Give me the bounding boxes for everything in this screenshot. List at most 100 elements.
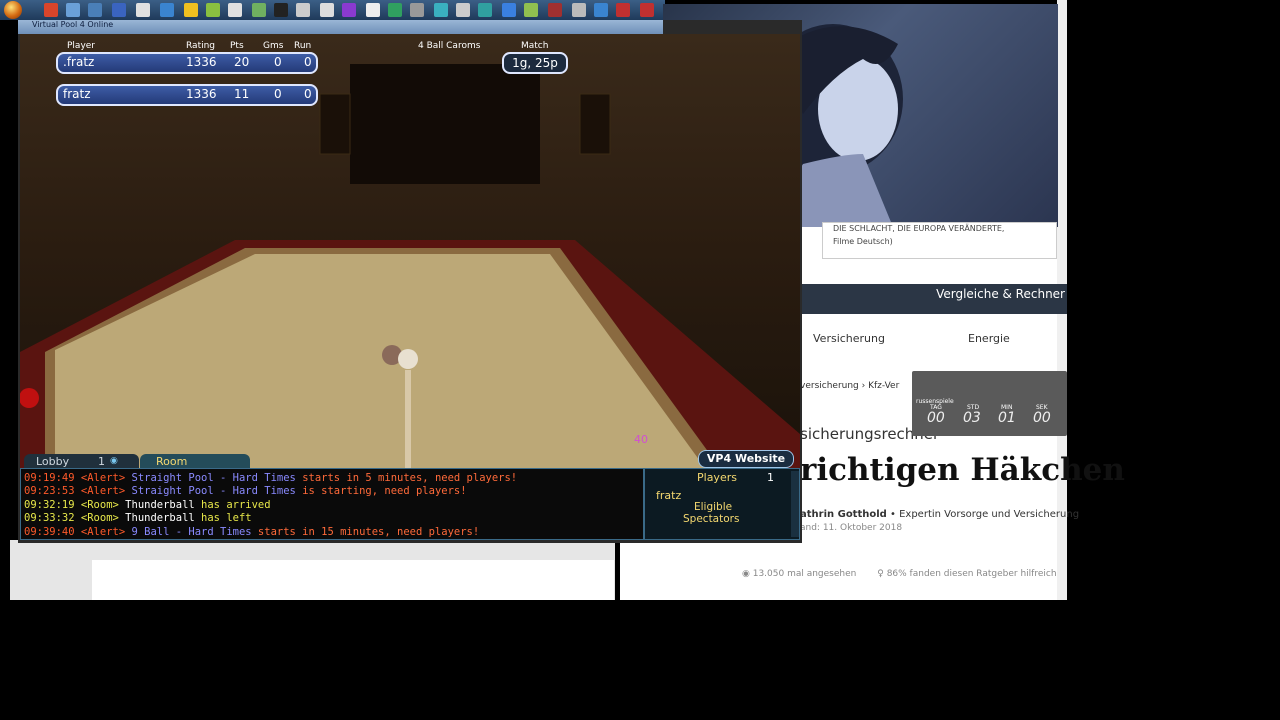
breadcrumb[interactable]: versicherung › Kfz-Ver <box>800 381 899 391</box>
match-value-text: 1g, 25p <box>512 56 558 70</box>
author-line: athrin Gotthold • Expertin Vorsorge und … <box>800 509 1079 520</box>
tab-lobby-count: 1 <box>98 455 105 468</box>
taskbar-app-icon[interactable] <box>342 3 356 17</box>
chat-subject: Straight Pool - Hard Times <box>131 472 296 484</box>
players-scrollbar[interactable] <box>791 471 799 537</box>
taskbar-app-icon[interactable] <box>502 3 516 17</box>
tab-lobby-label: Lobby <box>36 455 70 468</box>
taskbar-app-icon[interactable] <box>410 3 424 17</box>
countdown-hours: 03 <box>963 410 981 426</box>
chat-subject: 9 Ball - Hard Times <box>131 525 252 538</box>
cue-ball[interactable] <box>398 349 418 369</box>
player-run: 0 <box>304 87 312 101</box>
taskbar-app-icon[interactable] <box>206 3 220 17</box>
player-run: 0 <box>304 55 312 69</box>
taskbar-app-icon[interactable] <box>88 3 102 17</box>
nav-versicherung[interactable]: Versicherung <box>813 332 885 345</box>
chat-line: 09:23:53 <Alert> Straight Pool - Hard Ti… <box>24 485 467 497</box>
countdown-widget: russenspiele TAG STD MIN SEK 00 03 01 00 <box>912 371 1067 436</box>
chat-tag: <Room> <box>80 512 119 525</box>
countdown-seconds: 00 <box>1033 410 1051 426</box>
site-header-text[interactable]: Vergleiche & Rechner <box>936 287 1065 301</box>
chat-message: is starting, need players! <box>295 485 467 498</box>
taskbar-app-icon[interactable] <box>572 3 586 17</box>
chat-line: 09:19:49 <Alert> Straight Pool - Hard Ti… <box>24 472 517 484</box>
spectators-label: Spectators <box>683 513 740 525</box>
player-rating: 1336 <box>186 87 217 101</box>
taskbar-app-icon[interactable] <box>252 3 266 17</box>
taskbar-app-icon[interactable] <box>388 3 402 17</box>
countdown-days: 00 <box>927 410 945 426</box>
chat-tag: <Room> <box>80 498 119 511</box>
taskbar-app-icon[interactable] <box>296 3 310 17</box>
taskbar <box>0 0 665 20</box>
bullet-separator: • <box>890 509 900 520</box>
site-header: Vergleiche & Rechner <box>800 284 1067 314</box>
taskbar-app-icon[interactable] <box>66 3 80 17</box>
taskbar-app-icon[interactable] <box>320 3 334 17</box>
taskbar-app-icon[interactable] <box>184 3 198 17</box>
tab-room-label: Room <box>156 455 188 468</box>
article-stats: ◉ 13.050 mal angesehen ♀ 86% fanden dies… <box>742 569 1057 579</box>
video-caption: DIE SCHLACHT, DIE EUROPA VERÄNDERTE, Fil… <box>822 222 1057 259</box>
taskbar-app-icon[interactable] <box>616 3 630 17</box>
start-orb-icon[interactable] <box>4 1 22 19</box>
match-value: 1g, 25p <box>502 52 568 74</box>
nav-energie[interactable]: Energie <box>968 332 1010 345</box>
player-gms: 0 <box>274 87 282 101</box>
player-name: fratz <box>63 87 91 101</box>
game-titlebar[interactable] <box>18 20 663 34</box>
chat-timestamp: 09:33:32 <box>24 512 75 525</box>
chat-message: has left <box>194 512 252 525</box>
taskbar-app-icon[interactable] <box>478 3 492 17</box>
chat-log[interactable]: 09:19:49 <Alert> Straight Pool - Hard Ti… <box>20 468 644 540</box>
player-pts: 20 <box>234 55 250 69</box>
player-gms: 0 <box>274 55 282 69</box>
chat-message: has arrived <box>194 498 271 511</box>
chat-tabs: Lobby 1 ◉ Room <box>20 452 645 468</box>
player-list-item[interactable]: fratz <box>656 489 681 502</box>
pool-scene[interactable]: Player Rating Pts Gms Run 4 Ball Caroms … <box>20 34 800 468</box>
player-row[interactable]: fratz 1336 11 0 0 <box>56 84 318 106</box>
chat-subject: Thunderball <box>125 498 195 511</box>
taskbar-app-icon[interactable] <box>228 3 242 17</box>
views-count: 13.050 mal angesehen <box>752 569 857 579</box>
taskbar-app-icon[interactable] <box>160 3 174 17</box>
chat-line: 09:32:19 <Room> Thunderball has arrived <box>24 499 271 511</box>
chat-timestamp: 09:32:19 <box>24 498 75 511</box>
chat-message: starts in 5 minutes, need players! <box>295 472 518 484</box>
chat-message: starts in 15 minutes, need players! <box>251 525 480 538</box>
chat-tag: <Alert> <box>80 525 126 538</box>
players-title: Players <box>697 471 737 484</box>
chat-tag: <Alert> <box>80 472 126 484</box>
tab-lobby[interactable]: Lobby 1 ◉ <box>24 454 139 468</box>
taskbar-app-icon[interactable] <box>524 3 538 17</box>
hud-header-run: Run <box>294 41 312 51</box>
tab-room[interactable]: Room <box>140 454 250 468</box>
taskbar-app-icon[interactable] <box>366 3 380 17</box>
taskbar-app-icon[interactable] <box>434 3 448 17</box>
taskbar-app-icon[interactable] <box>640 3 654 17</box>
vp4-website-button[interactable]: VP4 Website <box>698 450 794 468</box>
hud-header-match: Match <box>521 41 549 51</box>
players-count: 1 <box>767 471 774 484</box>
taskbar-app-icon[interactable] <box>548 3 562 17</box>
caption-line: Filme Deutsch) <box>833 237 893 246</box>
player-row[interactable]: .fratz 1336 20 0 0 <box>56 52 318 74</box>
taskbar-app-icon[interactable] <box>456 3 470 17</box>
taskbar-app-icon[interactable] <box>594 3 608 17</box>
eye-icon: ◉ <box>110 456 118 466</box>
player-rating: 1336 <box>186 55 217 69</box>
background-window-content <box>92 560 614 600</box>
taskbar-app-icon[interactable] <box>112 3 126 17</box>
taskbar-app-icon[interactable] <box>44 3 58 17</box>
chat-timestamp: 09:23:53 <box>24 485 75 498</box>
chat-subject: Thunderball <box>125 512 195 525</box>
hud-header-rating: Rating <box>186 41 216 51</box>
author-name[interactable]: athrin Gotthold <box>800 509 887 520</box>
taskbar-app-icon[interactable] <box>274 3 288 17</box>
chat-tag: <Alert> <box>80 485 126 498</box>
player-name: .fratz <box>63 55 95 69</box>
chat-line: 09:39:40 <Alert> 9 Ball - Hard Times sta… <box>24 526 479 538</box>
taskbar-app-icon[interactable] <box>136 3 150 17</box>
